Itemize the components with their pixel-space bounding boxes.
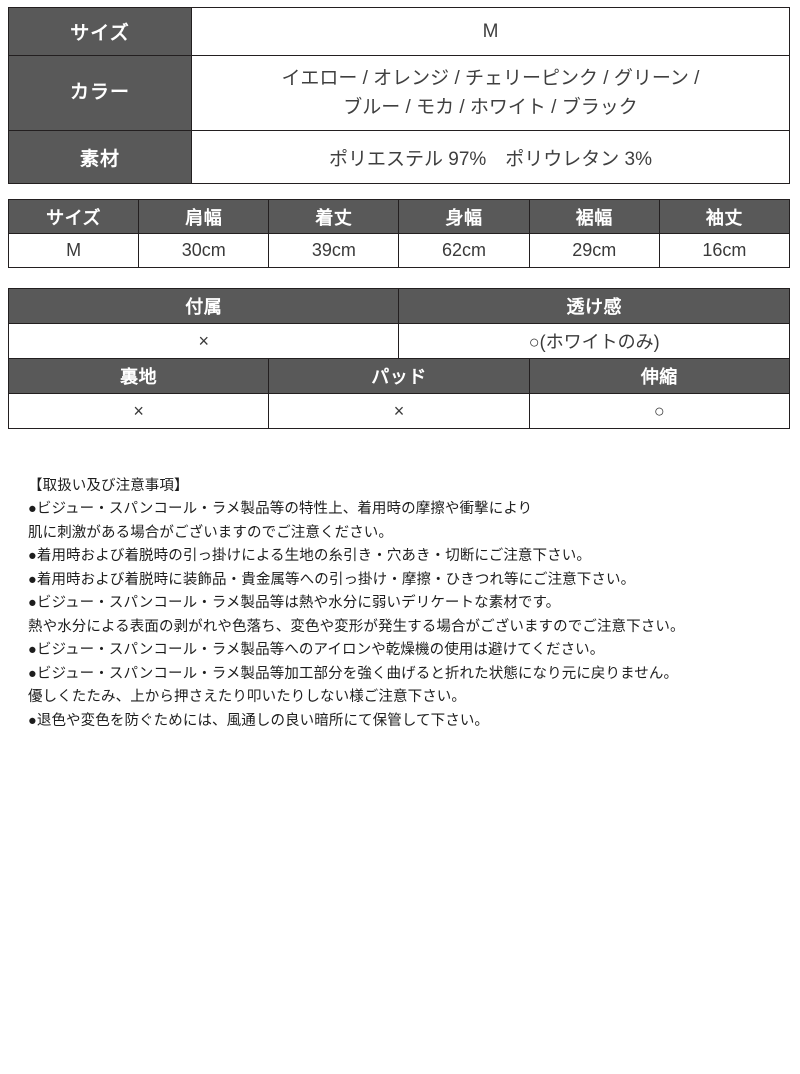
notes-line-1: ●ビジュー・スパンコール・ラメ製品等の特性上、着用時の摩擦や衝撃により xyxy=(28,501,533,518)
attr-value-stretch: ○ xyxy=(528,393,791,429)
notes-line-5: ●ビジュー・スパンコール・ラメ製品等は熱や水分に弱いデリケートな素材です。 xyxy=(28,595,561,612)
basic-row-value-color: イエロー / オレンジ / チェリーピンク / グリーン / ブルー / モカ … xyxy=(191,55,790,131)
attr-header-lining: 裏地 xyxy=(7,358,270,394)
measure-value-size: M xyxy=(7,233,140,268)
table-row: × × ○ xyxy=(7,393,791,429)
product-spec-page: サイズ M カラー イエロー / オレンジ / チェリーピンク / グリーン /… xyxy=(0,7,800,1074)
notes-line-8: ●ビジュー・スパンコール・ラメ製品等加工部分を強く曲げると折れた状態になり元に戻… xyxy=(28,665,679,682)
attr-header-stretch: 伸縮 xyxy=(528,358,791,394)
measure-value-hem: 29cm xyxy=(528,233,660,268)
attr-header-accessory: 付属 xyxy=(7,288,400,324)
color-line-2: ブルー / モカ / ホワイト / ブラック xyxy=(343,97,638,118)
measure-header-size: サイズ xyxy=(7,199,140,234)
attr-header-pad: パッド xyxy=(268,358,530,394)
basic-row-label-size: サイズ xyxy=(8,7,192,56)
attr-value-lining: × xyxy=(7,393,270,429)
notes-line-4: ●着用時および着脱時に装飾品・貴金属等への引っ掛け・摩擦・ひきつれ等にご注意下さ… xyxy=(28,571,636,588)
table-row: × ○(ホワイトのみ) xyxy=(7,323,790,359)
measure-header-sleeve: 袖丈 xyxy=(658,199,791,234)
notes-line-10: ●退色や変色を防ぐためには、風通しの良い暗所にて保管して下さい。 xyxy=(28,712,490,729)
basic-row-value-material: ポリエステル 97% ポリウレタン 3% xyxy=(191,130,790,184)
notes-line-7: ●ビジュー・スパンコール・ラメ製品等へのアイロンや乾燥機の使用は避けてください。 xyxy=(28,642,605,659)
measure-header-shoulder: 肩幅 xyxy=(138,199,270,234)
color-line-1: イエロー / オレンジ / チェリーピンク / グリーン / xyxy=(281,67,700,89)
basic-spec-table: サイズ M カラー イエロー / オレンジ / チェリーピンク / グリーン /… xyxy=(8,7,790,184)
table-row: カラー イエロー / オレンジ / チェリーピンク / グリーン / ブルー /… xyxy=(8,55,790,131)
care-notes: 【取扱い及び注意事項】 ●ビジュー・スパンコール・ラメ製品等の特性上、着用時の摩… xyxy=(28,475,800,733)
attribute-table: 付属 透け感 × ○(ホワイトのみ) 裏地 パッド 伸縮 × × ○ xyxy=(7,288,791,429)
attr-header-sheerness: 透け感 xyxy=(398,288,790,324)
attr-value-pad: × xyxy=(268,393,530,429)
table-header-row: サイズ 肩幅 着丈 身幅 裾幅 袖丈 xyxy=(7,199,791,234)
attr-value-sheerness: ○(ホワイトのみ) xyxy=(398,323,790,359)
attr-value-accessory: × xyxy=(7,323,400,359)
table-row: 素材 ポリエステル 97% ポリウレタン 3% xyxy=(8,130,790,184)
table-header-row: 付属 透け感 xyxy=(7,288,790,324)
table-row: サイズ M xyxy=(8,7,790,56)
measure-value-bust: 62cm xyxy=(398,233,530,268)
table-row: M 30cm 39cm 62cm 29cm 16cm xyxy=(7,233,791,268)
measure-header-bust: 身幅 xyxy=(398,199,530,234)
notes-line-9: 優しくたたみ、上から押さえたり叩いたりしない様ご注意下さい。 xyxy=(28,689,466,706)
notes-line-6: 熱や水分による表面の剥がれや色落ち、変色や変形が発生する場合がございますのでご注… xyxy=(28,618,685,635)
basic-row-value-size: M xyxy=(191,7,790,56)
notes-line-2: 肌に刺激がある場合がございますのでご注意ください。 xyxy=(28,524,393,541)
measure-value-shoulder: 30cm xyxy=(138,233,270,268)
basic-row-label-material: 素材 xyxy=(8,130,192,184)
measure-value-sleeve: 16cm xyxy=(658,233,791,268)
measure-header-hem: 裾幅 xyxy=(528,199,660,234)
notes-line-3: ●着用時および着脱時の引っ掛けによる生地の糸引き・穴あき・切断にご注意下さい。 xyxy=(28,548,591,565)
measure-value-length: 39cm xyxy=(268,233,400,268)
notes-heading: 【取扱い及び注意事項】 xyxy=(28,478,189,494)
table-header-row: 裏地 パッド 伸縮 xyxy=(7,358,791,394)
measurement-table: サイズ 肩幅 着丈 身幅 裾幅 袖丈 M 30cm 39cm 62cm 29cm… xyxy=(7,199,791,268)
measure-header-length: 着丈 xyxy=(268,199,400,234)
basic-row-label-color: カラー xyxy=(8,55,192,131)
